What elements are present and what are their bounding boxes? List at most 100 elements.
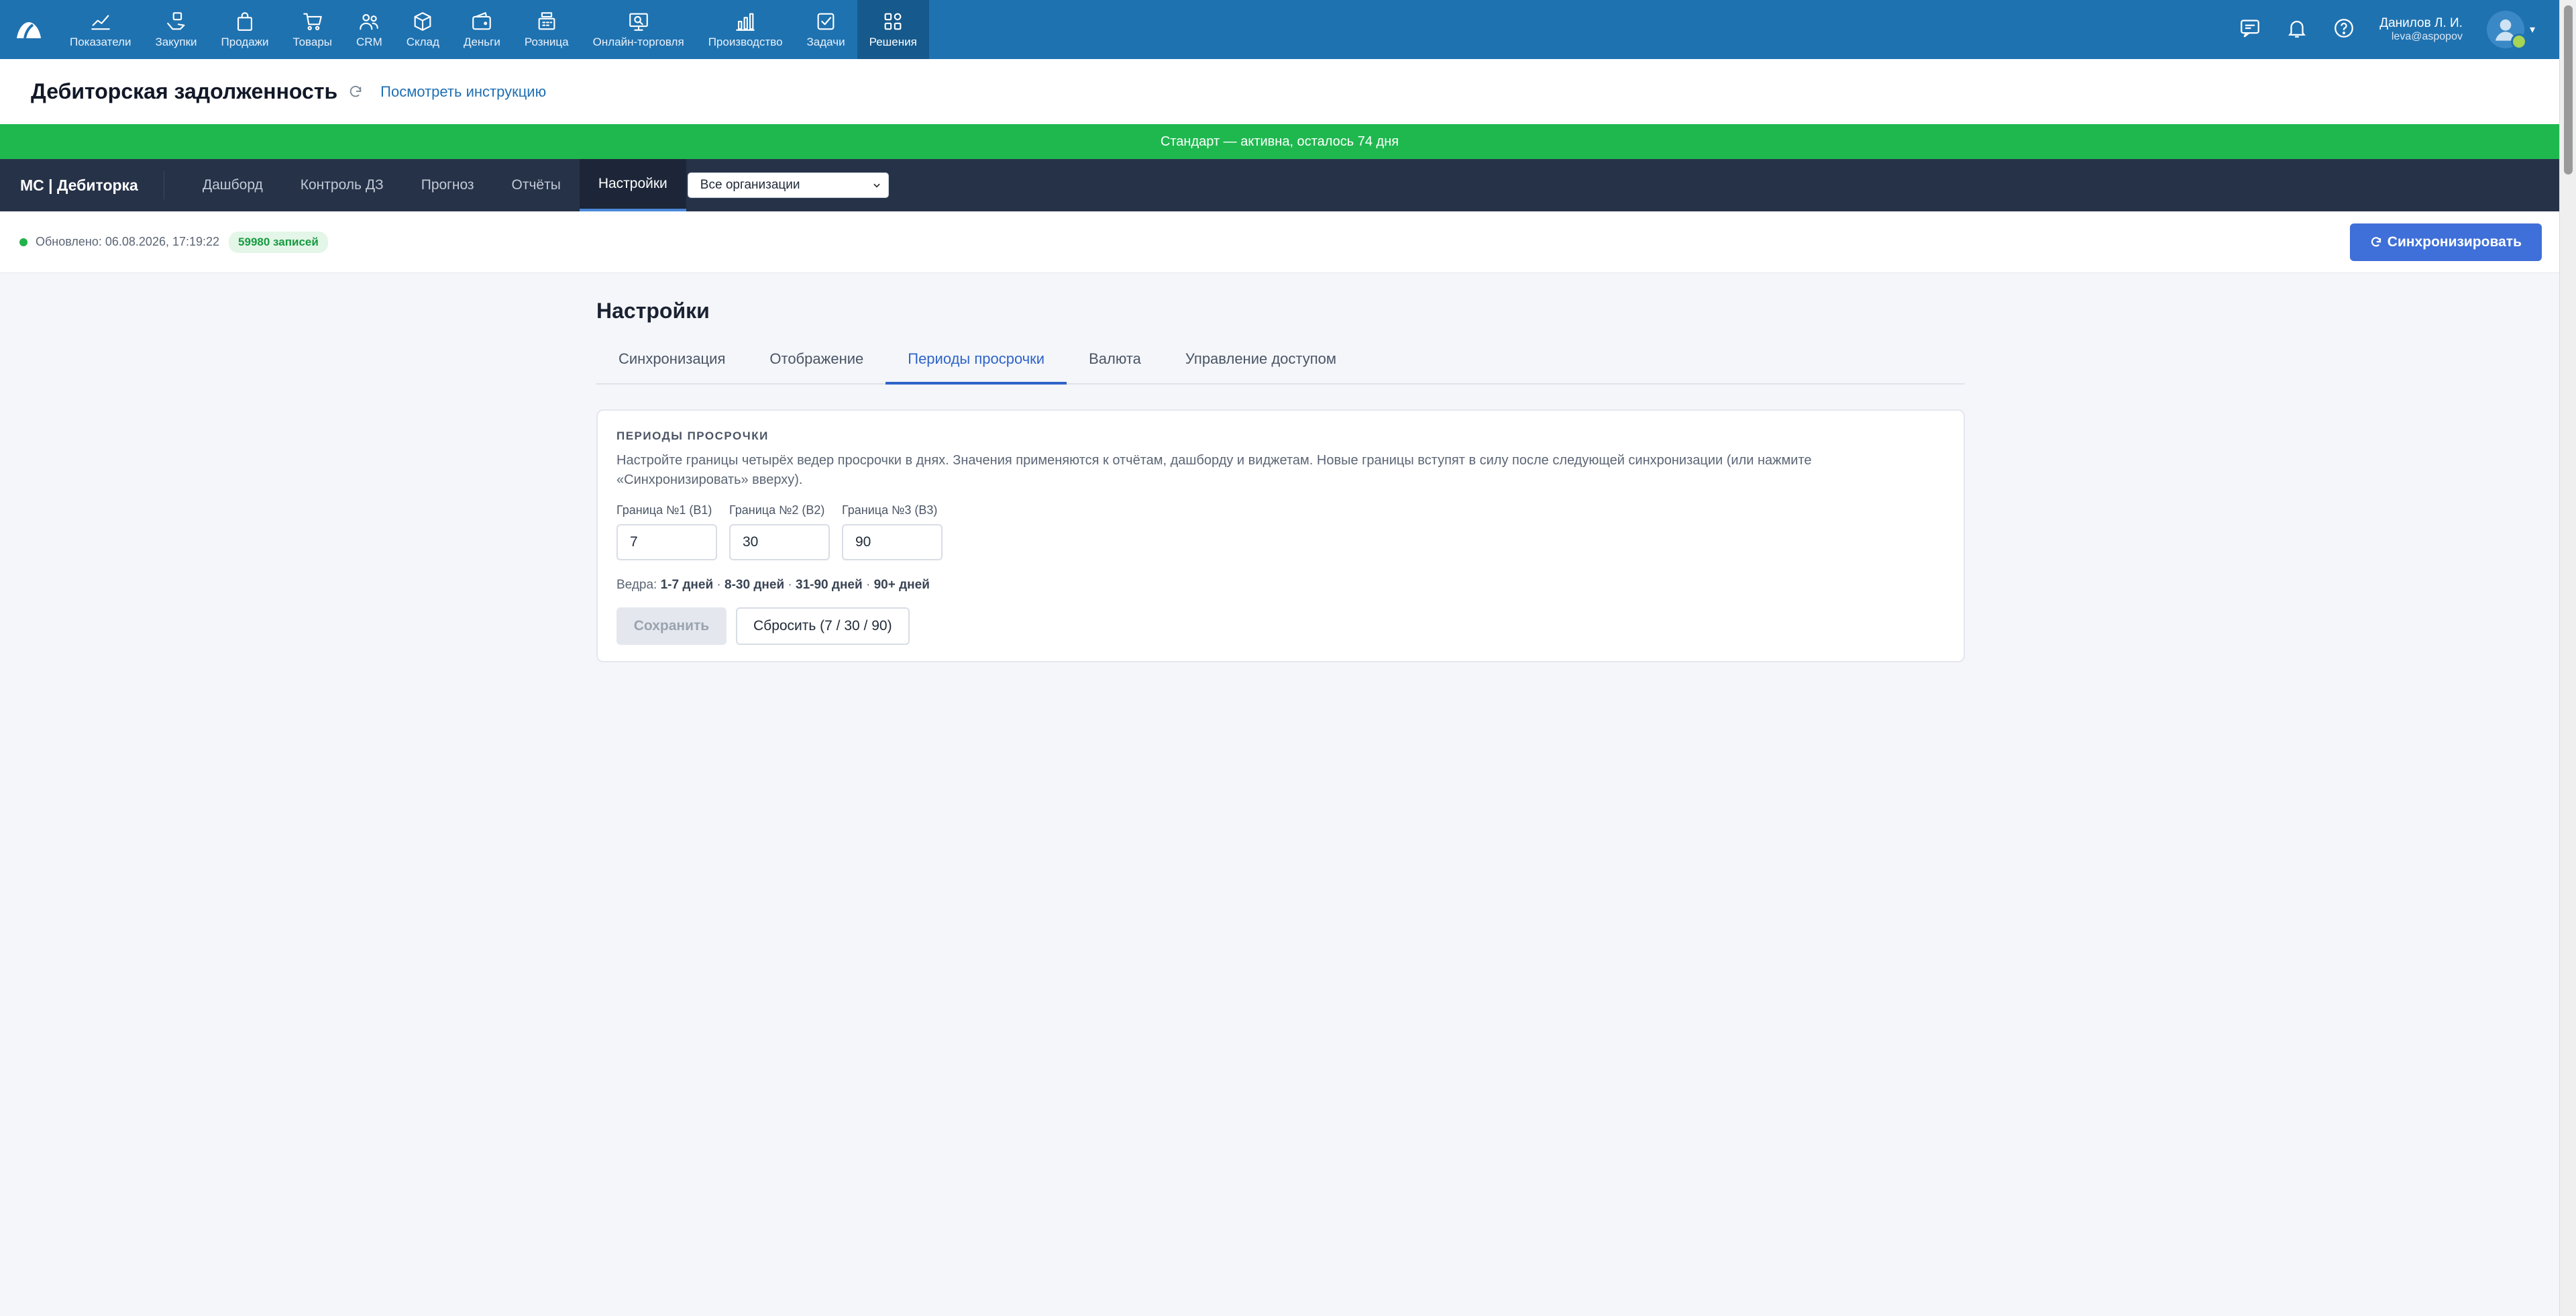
nav-item-label: CRM xyxy=(356,36,382,48)
boundary-field-1: Граница №1 (B1) 7 xyxy=(616,503,717,560)
boundary-input-3[interactable]: 90 xyxy=(842,524,943,560)
buckets-label: Ведра: xyxy=(616,578,657,592)
page-title: Дебиторская задолженность xyxy=(31,79,338,103)
nav-item-10[interactable]: Производство xyxy=(696,0,795,59)
settings-content: Настройки Синхронизация Отображение Период… xyxy=(596,273,1965,662)
boundary-field-3: Граница №3 (B3) 90 xyxy=(842,503,943,560)
app-tab-2[interactable]: Контроль ДЗ xyxy=(282,159,402,211)
settings-tab-1[interactable]: Синхронизация xyxy=(596,350,747,383)
save-button[interactable]: Сохранить xyxy=(616,607,727,645)
nav-item-label: Решения xyxy=(869,36,917,48)
nav-item-label: Показатели xyxy=(70,36,131,48)
settings-tab-5[interactable]: Управление доступом xyxy=(1163,350,1358,383)
app-navigation: МС | Дебиторка Дашборд Контроль ДЗ Прогноз… xyxy=(0,159,2559,211)
nav-item-label: Онлайн-торговля xyxy=(592,36,684,48)
bucket-2: 8-30 дней xyxy=(724,578,785,592)
subscription-banner: Стандарт — активна, осталось 74 дня xyxy=(0,124,2559,159)
nav-item-9[interactable]: Онлайн-торговля xyxy=(581,0,696,59)
nav-item-7[interactable]: Деньги xyxy=(451,0,513,59)
settings-tabs: Синхронизация Отображение Периоды просрочк… xyxy=(596,350,1965,385)
bucket-separator: · xyxy=(862,578,874,592)
user-email: leva@aspopov xyxy=(2391,30,2463,42)
status-bar: Обновлено: 06.08.2026, 17:19:22 59980 за… xyxy=(0,211,2559,273)
app-tab-4[interactable]: Отчёты xyxy=(493,159,580,211)
organization-select-value: Все организации xyxy=(700,178,800,192)
nav-item-5[interactable]: CRM xyxy=(344,0,394,59)
card-description: Настройте границы четырёх ведер просрочк… xyxy=(616,453,1812,487)
records-badge: 59980 записей xyxy=(229,231,328,253)
settings-tab-2[interactable]: Отображение xyxy=(747,350,885,383)
chart-line-icon xyxy=(91,15,110,30)
nav-item-1[interactable]: Показатели xyxy=(58,0,144,59)
instruction-link[interactable]: Посмотреть инструкцию xyxy=(380,83,546,101)
bell-icon[interactable] xyxy=(2286,17,2308,43)
sync-status-dot xyxy=(19,238,28,246)
nav-item-label: Товары xyxy=(292,36,333,48)
settings-tab-4[interactable]: Валюта xyxy=(1067,350,1163,383)
chat-icon[interactable] xyxy=(2239,17,2261,43)
top-navigation: Показатели Закупки Продажи Товары CRM Склад Де… xyxy=(0,0,2559,59)
page-header: Дебиторская задолженность Посмотреть инс… xyxy=(0,59,2559,124)
logo[interactable] xyxy=(0,0,58,59)
cart-icon xyxy=(303,13,322,31)
bar-chart-icon xyxy=(736,13,755,31)
updated-timestamp: Обновлено: 06.08.2026, 17:19:22 xyxy=(36,235,220,248)
nav-item-label: Задачи xyxy=(806,36,845,48)
cash-register-icon xyxy=(538,12,555,30)
nav-item-11[interactable]: Задачи xyxy=(795,0,857,59)
box-icon xyxy=(414,12,431,31)
user-info[interactable]: Данилов Л. И. leva@aspopov xyxy=(2379,16,2463,43)
chevron-down-icon[interactable]: ▾ xyxy=(2530,23,2535,36)
shopping-bag-icon xyxy=(237,12,253,31)
wallet-icon xyxy=(472,12,492,30)
boundary-label: Граница №1 (B1) xyxy=(616,503,712,517)
nav-item-8[interactable]: Розница xyxy=(513,0,581,59)
page-scrollbar[interactable] xyxy=(2559,0,2576,1316)
chevron-down-icon xyxy=(873,183,880,188)
nav-item-label: Розница xyxy=(524,36,569,48)
sync-button-label: Синхронизировать xyxy=(2387,234,2522,250)
nav-item-12[interactable]: Решения xyxy=(857,0,929,59)
online-store-icon xyxy=(629,13,648,31)
boundary-input-1[interactable]: 7 xyxy=(616,524,717,560)
nav-item-label: Склад xyxy=(406,36,439,48)
app-brand[interactable]: МС | Дебиторка xyxy=(0,171,164,199)
app-tab-5[interactable]: Настройки xyxy=(579,159,686,211)
boundary-label: Граница №3 (B3) xyxy=(842,503,938,517)
boundary-input-2[interactable]: 30 xyxy=(729,524,830,560)
buckets-summary: Ведра: 1-7 дней · 8-30 дней · 31-90 дней… xyxy=(616,578,1945,593)
user-name: Данилов Л. И. xyxy=(2379,15,2463,30)
reset-button[interactable]: Сбросить (7 / 30 / 90) xyxy=(736,607,910,645)
banner-text: Стандарт — активна, осталось 74 дня xyxy=(1160,134,1399,149)
checkbox-icon xyxy=(817,13,835,30)
app-tab-1[interactable]: Дашборд xyxy=(184,159,282,211)
nav-item-label: Производство xyxy=(708,36,783,48)
nav-item-label: Продажи xyxy=(221,36,269,48)
bucket-4: 90+ дней xyxy=(873,578,930,592)
boundary-field-2: Граница №2 (B2) 30 xyxy=(729,503,830,560)
refresh-icon xyxy=(2371,236,2381,246)
overdue-periods-card: ПЕРИОДЫ ПРОСРОЧКИ Настройте границы четы… xyxy=(596,409,1965,662)
nav-item-2[interactable]: Закупки xyxy=(144,0,209,59)
boundary-label: Граница №2 (B2) xyxy=(729,503,825,517)
nav-item-3[interactable]: Продажи xyxy=(209,0,281,59)
nav-item-6[interactable]: Склад xyxy=(394,0,451,59)
sync-button[interactable]: Синхронизировать xyxy=(2349,223,2542,261)
settings-title: Настройки xyxy=(596,299,710,323)
nav-item-label: Деньги xyxy=(463,36,500,48)
nav-item-label: Закупки xyxy=(155,36,197,48)
status-dot-icon xyxy=(2510,34,2527,50)
organization-select[interactable]: Все организации xyxy=(687,172,889,198)
scrollbar-thumb[interactable] xyxy=(2564,5,2573,174)
logo-icon xyxy=(17,22,41,39)
nav-item-4[interactable]: Товары xyxy=(281,0,344,59)
users-icon xyxy=(360,14,379,30)
apps-grid-icon xyxy=(884,13,902,30)
bucket-separator: · xyxy=(713,578,725,592)
settings-tab-3[interactable]: Периоды просрочки xyxy=(885,350,1067,385)
help-icon[interactable] xyxy=(2332,17,2355,43)
avatar[interactable] xyxy=(2486,11,2527,50)
bucket-separator: · xyxy=(784,578,796,592)
refresh-icon[interactable] xyxy=(348,85,363,99)
app-tab-3[interactable]: Прогноз xyxy=(402,159,493,211)
